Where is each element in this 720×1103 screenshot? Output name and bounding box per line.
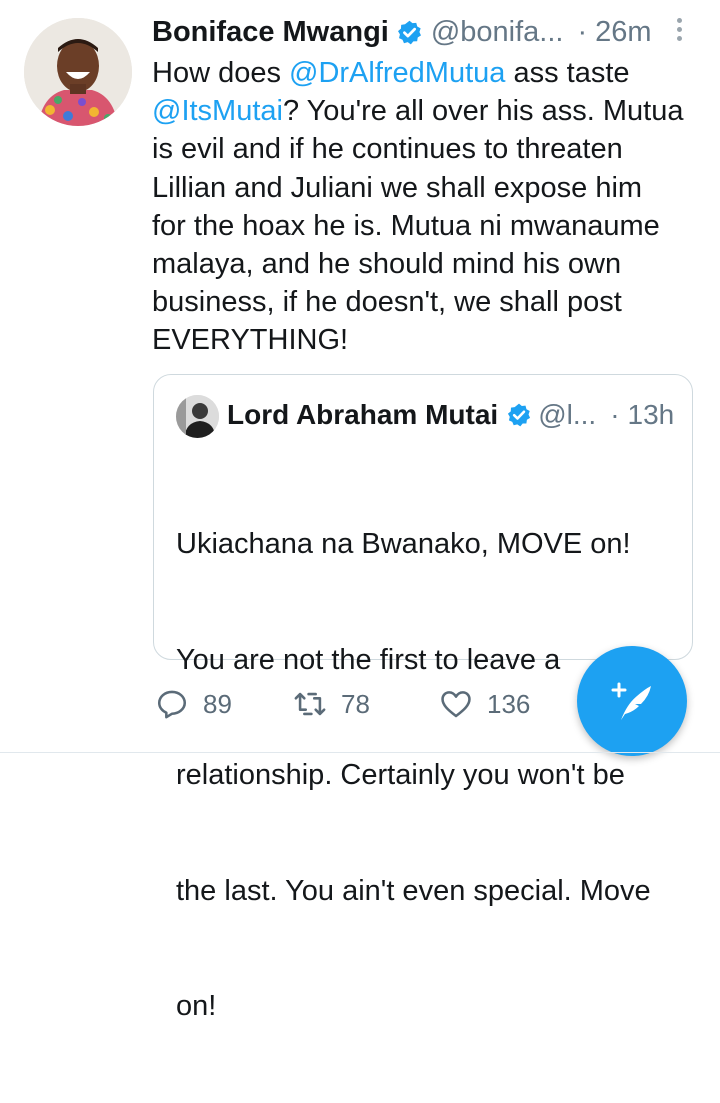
compose-tweet-icon (611, 682, 651, 720)
retweet-button[interactable]: 78 (293, 687, 439, 721)
quoted-tweet-timestamp[interactable]: 13h (628, 399, 675, 431)
tweet-actions: 89 78 136 (155, 682, 575, 726)
tweet-text-segment: for the hoax he is. Mutua ni mwanaume (152, 209, 660, 242)
quoted-tweet-text: Ukiachana na Bwanako, MOVE on! You are n… (176, 448, 676, 1103)
tweet-text-line: EVERYTHING! (152, 321, 704, 359)
reply-button[interactable]: 89 (155, 687, 293, 721)
like-count: 136 (487, 688, 531, 719)
tweet-text-segment: EVERYTHING! (152, 324, 349, 357)
tweet-text-segment: ? You're all over his ass. Mutua (282, 95, 684, 128)
separator-dot: · (610, 399, 620, 430)
retweet-count: 78 (341, 688, 370, 719)
tweet-text-line: is evil and if he continues to threaten (152, 130, 704, 168)
quoted-text-line: the last. You ain't even special. Move (176, 874, 651, 907)
avatar-photo (24, 18, 132, 126)
tweet-text-line: malaya, and he should mind his own (152, 245, 704, 283)
tweet-text-segment: malaya, and he should mind his own (152, 248, 622, 281)
verified-badge-icon (508, 403, 531, 427)
tweet-text-line: business, if he doesn't, we shall post (152, 283, 704, 321)
tweet-text-line: How does @DrAlfredMutua ass taste (152, 54, 704, 92)
quoted-author-handle[interactable]: @l... (538, 399, 596, 431)
author-avatar[interactable] (24, 18, 132, 126)
tweet-text-segment: business, if he doesn't, we shall post (152, 286, 622, 319)
mention-link[interactable]: @ItsMutai (152, 95, 283, 127)
quoted-author-name[interactable]: Lord Abraham Mutai (227, 399, 498, 431)
tweet-timestamp[interactable]: 26m (595, 16, 651, 49)
quoted-tweet[interactable]: Lord Abraham Mutai @l... · 13h Ukiachana… (153, 374, 693, 1022)
reply-icon (157, 690, 187, 719)
verified-badge-icon (397, 20, 421, 44)
like-button[interactable]: 136 (439, 687, 530, 721)
more-options-icon[interactable] (673, 18, 687, 46)
divider (0, 752, 720, 753)
tweet-text-line: @ItsMutai? You're all over his ass. Mutu… (152, 92, 704, 130)
retweet-icon (294, 692, 326, 716)
tweet-text-segment: How does (152, 57, 290, 89)
tweet-text-segment: Lillian and Juliani we shall expose him (152, 171, 643, 204)
tweet-text-line: for the hoax he is. Mutua ni mwanaume (152, 207, 704, 245)
tweet-text-line: Lillian and Juliani we shall expose him (152, 169, 704, 207)
tweet-header: Boniface Mwangi @bonifa... · 26m (152, 12, 697, 52)
compose-tweet-button[interactable] (577, 646, 687, 756)
tweet-text-segment: is evil and if he continues to threaten (152, 133, 623, 166)
quoted-avatar-photo (176, 395, 219, 438)
mention-link[interactable]: @DrAlfredMutua (289, 57, 505, 89)
author-name[interactable]: Boniface Mwangi (152, 16, 389, 49)
reply-count: 89 (203, 688, 232, 719)
quoted-text-line: on! (176, 990, 217, 1022)
tweet-text: How does @DrAlfredMutua ass taste @ItsMut… (152, 54, 704, 360)
quoted-text-line: Ukiachana na Bwanako, MOVE on! (176, 528, 631, 560)
separator-dot: · (577, 15, 588, 48)
author-handle[interactable]: @bonifa... (431, 16, 564, 49)
quoted-author-avatar[interactable] (176, 395, 219, 438)
quoted-tweet-header: Lord Abraham Mutai @l... · 13h (227, 397, 682, 433)
like-icon (441, 691, 471, 718)
tweet-text-segment: ass taste (505, 57, 630, 89)
